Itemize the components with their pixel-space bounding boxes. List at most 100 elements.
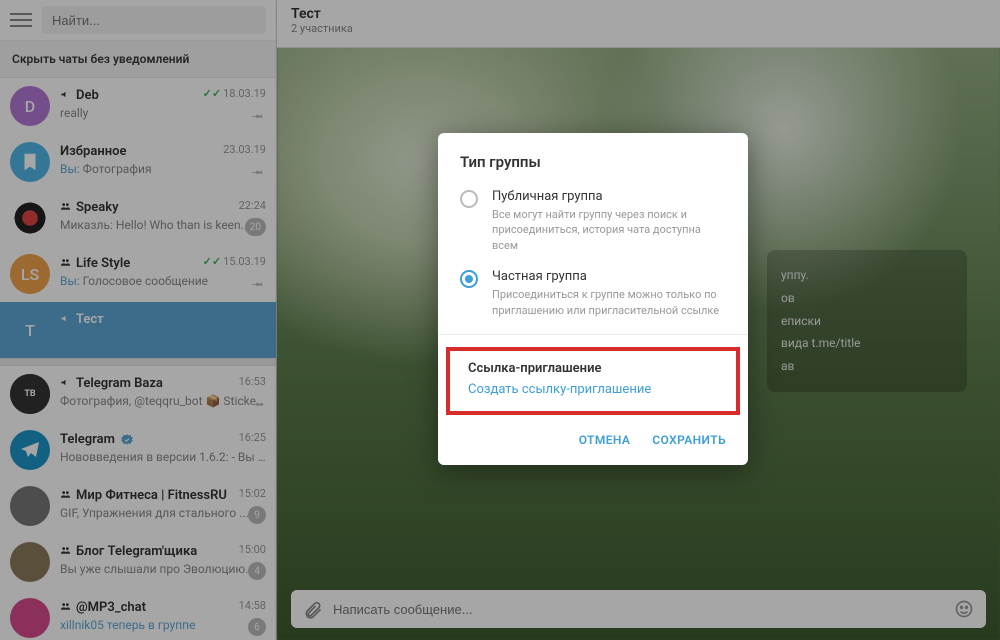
- attach-icon[interactable]: [303, 599, 323, 619]
- pin-icon: [250, 396, 266, 412]
- channel-icon: [60, 377, 71, 391]
- chat-avatar: [10, 598, 50, 638]
- chat-avatar: D: [10, 86, 50, 126]
- save-button[interactable]: СОХРАНИТЬ: [652, 433, 726, 447]
- system-text: уппу.: [781, 264, 953, 287]
- chat-avatar: TB: [10, 374, 50, 414]
- modal-title: Тип группы: [438, 153, 748, 185]
- chat-item[interactable]: T Тест: [0, 302, 276, 358]
- emoji-icon[interactable]: [954, 599, 974, 619]
- pin-icon: [250, 108, 266, 124]
- chat-name: Тест: [76, 312, 104, 327]
- group-type-modal: Тип группы Публичная группа Все могут на…: [438, 133, 748, 465]
- channel-icon: [60, 313, 71, 327]
- modal-actions: ОТМЕНА СОХРАНИТЬ: [438, 415, 748, 455]
- chat-name: Мир Фитнеса | FitnessRU: [76, 488, 227, 503]
- radio-public[interactable]: [460, 190, 478, 208]
- chat-preview: GIF, Упражнения для стального ...: [60, 506, 266, 520]
- chat-item[interactable]: D Deb really ✓✓18.03.19: [0, 78, 276, 134]
- chat-time: 15:00: [239, 543, 266, 556]
- compose-bar: [291, 590, 986, 628]
- option-public[interactable]: Публичная группа Все могут найти группу …: [438, 185, 748, 257]
- chat-name: Избранное: [60, 144, 126, 159]
- sidebar: Скрыть чаты без уведомлений D Deb really ✓✓…: [0, 0, 277, 640]
- sidebar-header: [0, 0, 276, 41]
- chat-time: 16:53: [239, 375, 266, 388]
- modal-separator: [438, 334, 748, 335]
- chat-time: ✓✓15.03.19: [203, 255, 266, 268]
- chat-preview: Миказль: Hello! Who than is keen...: [60, 218, 266, 232]
- chat-avatar: [10, 198, 50, 238]
- channel-icon: [60, 201, 71, 215]
- unread-badge: 4: [248, 562, 266, 580]
- chat-name: @MP3_chat: [76, 600, 146, 615]
- hide-notif-bar[interactable]: Скрыть чаты без уведомлений: [0, 41, 276, 78]
- create-invite-link[interactable]: Создать ссылку-приглашение: [468, 382, 718, 397]
- menu-icon[interactable]: [10, 13, 32, 27]
- system-text: вида t.me/title: [781, 332, 953, 355]
- invite-title: Ссылка-приглашение: [468, 361, 718, 376]
- unread-badge: 6: [248, 618, 266, 636]
- chat-title: Тест: [291, 6, 986, 22]
- system-text: еписки: [781, 310, 953, 333]
- option-public-title: Публичная группа: [492, 189, 726, 204]
- compose-input[interactable]: [333, 602, 944, 617]
- invite-link-section: Ссылка-приглашение Создать ссылку-пригла…: [446, 347, 740, 415]
- chat-name: Speaky: [76, 200, 119, 215]
- chat-item[interactable]: Мир Фитнеса | FitnessRU GIF, Упражнения д…: [0, 478, 276, 534]
- radio-private[interactable]: [460, 270, 478, 288]
- chat-subtitle: 2 участника: [291, 22, 986, 35]
- pin-icon: [250, 276, 266, 292]
- chat-time: 16:25: [239, 431, 266, 444]
- chat-time: 23.03.19: [223, 143, 266, 156]
- chat-preview: Вы: Голосовое сообщение: [60, 274, 266, 288]
- chat-preview: Нововведения в версии 1.6.2: - Вы м...: [60, 450, 266, 464]
- chat-item[interactable]: @MP3_chat xillnik05 теперь в группе 14:58 6: [0, 590, 276, 640]
- channel-icon: [60, 489, 71, 503]
- pin-icon: [250, 164, 266, 180]
- option-public-desc: Все могут найти группу через поиск и при…: [492, 207, 726, 253]
- system-text: ов: [781, 287, 953, 310]
- option-private-desc: Присоединиться к группе можно только по …: [492, 287, 726, 318]
- chat-item[interactable]: Блог Telegram'щика Вы уже слышали про Эво…: [0, 534, 276, 590]
- chat-item[interactable]: TB Telegram Baza Фотография, @teqqru_bot 📦…: [0, 366, 276, 422]
- chat-item[interactable]: Избранное Вы: Фотография 23.03.19: [0, 134, 276, 190]
- chat-avatar: LS: [10, 254, 50, 294]
- chat-time: 14:58: [239, 599, 266, 612]
- chat-time: 15:02: [239, 487, 266, 500]
- chat-name: Life Style: [76, 256, 130, 271]
- chat-item[interactable]: Telegram Нововведения в версии 1.6.2: - В…: [0, 422, 276, 478]
- unread-badge: 20: [245, 218, 266, 236]
- chat-avatar: [10, 542, 50, 582]
- option-private[interactable]: Частная группа Присоединиться к группе м…: [438, 265, 748, 322]
- chat-item[interactable]: LS Life Style Вы: Голосовое сообщение ✓✓15.…: [0, 246, 276, 302]
- channel-icon: [60, 545, 71, 559]
- chat-name: Telegram Baza: [76, 376, 163, 391]
- option-private-title: Частная группа: [492, 269, 726, 284]
- chat-list: D Deb really ✓✓18.03.19 Избранное Вы: Фотогра…: [0, 78, 276, 640]
- system-text: ав: [781, 355, 953, 378]
- channel-icon: [60, 257, 71, 271]
- chat-name: Блог Telegram'щика: [76, 544, 197, 559]
- chat-avatar: [10, 486, 50, 526]
- unread-badge: 9: [248, 506, 266, 524]
- chat-name: Deb: [76, 88, 99, 103]
- chat-item[interactable]: Speaky Миказль: Hello! Who than is keen..…: [0, 190, 276, 246]
- cancel-button[interactable]: ОТМЕНА: [579, 433, 631, 447]
- chat-preview: Вы: Фотография: [60, 162, 266, 176]
- system-message-box: уппу.овепискивида t.me/titleав: [767, 250, 967, 392]
- channel-icon: [60, 601, 71, 615]
- chat-name: Telegram: [60, 432, 115, 447]
- chat-preview: Фотография, @teqqru_bot 📦 Sticker...: [60, 394, 266, 408]
- chat-avatar: T: [10, 310, 50, 350]
- chat-time: 22:24: [239, 199, 266, 212]
- channel-icon: [60, 89, 71, 103]
- chat-preview: really: [60, 106, 266, 120]
- chat-avatar: [10, 142, 50, 182]
- chat-preview: xillnik05 теперь в группе: [60, 618, 266, 632]
- chat-time: ✓✓18.03.19: [203, 87, 266, 100]
- chat-avatar: [10, 430, 50, 470]
- chat-preview: Вы уже слышали про Эволюцию...: [60, 562, 266, 576]
- search-input[interactable]: [42, 6, 266, 34]
- chat-header[interactable]: Тест 2 участника: [277, 0, 1000, 48]
